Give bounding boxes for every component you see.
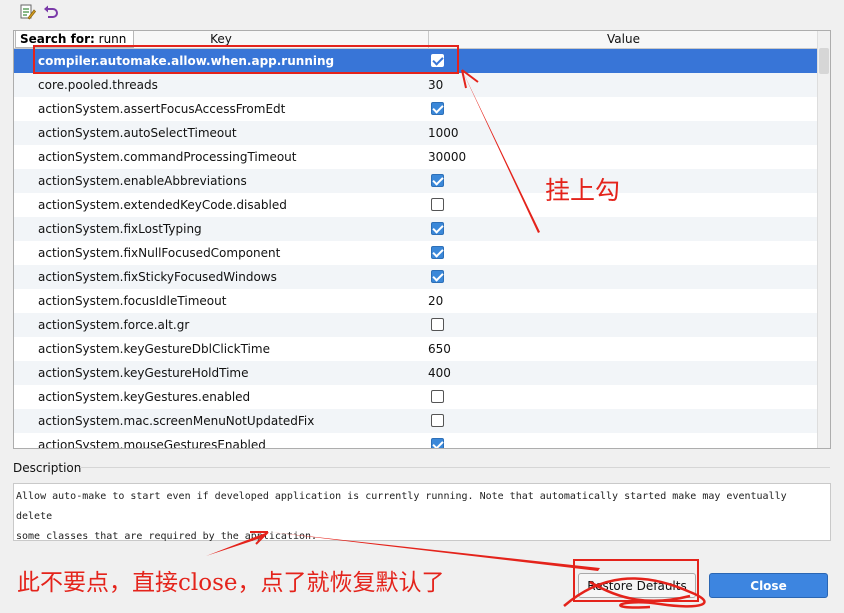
row-value-checkbox[interactable] — [431, 222, 444, 235]
row-key: actionSystem.keyGestureHoldTime — [38, 366, 249, 380]
row-key: core.pooled.threads — [38, 78, 158, 92]
table-row[interactable]: actionSystem.commandProcessingTimeout 300… — [14, 145, 818, 169]
search-label: Search for: — [20, 32, 95, 46]
row-key: actionSystem.focusIdleTimeout — [38, 294, 227, 308]
scrollbar-thumb[interactable] — [819, 48, 829, 74]
row-value[interactable]: 1000 — [428, 121, 459, 145]
row-value[interactable]: 30 — [428, 73, 443, 97]
table-row[interactable]: actionSystem.keyGestures.enabled — [14, 385, 818, 409]
row-value-checkbox[interactable] — [431, 270, 444, 283]
table-row[interactable]: core.pooled.threads 30 — [14, 73, 818, 97]
table-row[interactable]: actionSystem.fixLostTyping — [14, 217, 818, 241]
annotation-right-note: 挂上勾 — [545, 176, 621, 205]
search-input[interactable]: runn — [99, 32, 127, 46]
row-key: actionSystem.fixLostTyping — [38, 222, 202, 236]
table-row[interactable]: actionSystem.keyGestureHoldTime 400 — [14, 361, 818, 385]
row-value-checkbox[interactable] — [431, 198, 444, 211]
table-row[interactable]: actionSystem.mouseGesturesEnabled — [14, 433, 818, 449]
description-line-1: Allow auto-make to start even if develop… — [16, 491, 787, 522]
table-row[interactable]: actionSystem.keyGestureDblClickTime 650 — [14, 337, 818, 361]
row-key: actionSystem.enableAbbreviations — [38, 174, 247, 188]
table-row[interactable]: actionSystem.extendedKeyCode.disabled — [14, 193, 818, 217]
row-value[interactable]: 650 — [428, 337, 451, 361]
row-key: actionSystem.fixStickyFocusedWindows — [38, 270, 277, 284]
table-row[interactable]: actionSystem.fixStickyFocusedWindows — [14, 265, 818, 289]
table-row[interactable]: actionSystem.force.alt.gr — [14, 313, 818, 337]
registry-table: Key Value Search for: runn compiler.auto… — [13, 30, 831, 449]
table-row[interactable]: actionSystem.enableAbbreviations — [14, 169, 818, 193]
row-key: compiler.automake.allow.when.app.running — [38, 54, 335, 68]
edit-properties-icon[interactable] — [19, 3, 37, 21]
row-value-checkbox[interactable] — [431, 174, 444, 187]
row-key: actionSystem.extendedKeyCode.disabled — [38, 198, 287, 212]
row-key: actionSystem.force.alt.gr — [38, 318, 190, 332]
annotation-bottom-note: 此不要点，直接close，点了就恢复默认了 — [17, 570, 445, 596]
row-key: actionSystem.keyGestureDblClickTime — [38, 342, 270, 356]
table-row[interactable]: actionSystem.focusIdleTimeout 20 — [14, 289, 818, 313]
close-button[interactable]: Close — [709, 573, 828, 598]
row-key: actionSystem.assertFocusAccessFromEdt — [38, 102, 286, 116]
restore-defaults-button[interactable]: Restore Defaults — [578, 573, 696, 598]
description-label: Description — [13, 461, 82, 475]
table-header: Key Value Search for: runn — [14, 31, 818, 49]
row-value[interactable]: 20 — [428, 289, 443, 313]
row-key: actionSystem.autoSelectTimeout — [38, 126, 237, 140]
table-row[interactable]: actionSystem.autoSelectTimeout 1000 — [14, 121, 818, 145]
speed-search-popup[interactable]: Search for: runn — [15, 31, 135, 48]
column-header-value[interactable]: Value — [429, 31, 818, 48]
table-row[interactable]: actionSystem.mac.screenMenuNotUpdatedFix — [14, 409, 818, 433]
row-value-checkbox[interactable] — [431, 390, 444, 403]
toolbar — [0, 0, 844, 26]
vertical-scrollbar[interactable] — [817, 31, 830, 448]
row-key: actionSystem.commandProcessingTimeout — [38, 150, 297, 164]
row-value-checkbox[interactable] — [431, 318, 444, 331]
row-value-checkbox[interactable] — [431, 246, 444, 259]
undo-arrow-icon[interactable] — [42, 3, 60, 21]
description-line-2: some classes that are required by the ap… — [16, 531, 318, 542]
row-key: actionSystem.mouseGesturesEnabled — [38, 438, 266, 449]
table-row[interactable]: actionSystem.fixNullFocusedComponent — [14, 241, 818, 265]
table-body: compiler.automake.allow.when.app.running… — [14, 49, 818, 449]
row-value-checkbox[interactable] — [431, 414, 444, 427]
row-key: actionSystem.mac.screenMenuNotUpdatedFix — [38, 414, 315, 428]
row-value-checkbox[interactable] — [431, 54, 444, 67]
row-key: actionSystem.fixNullFocusedComponent — [38, 246, 281, 260]
row-value-checkbox[interactable] — [431, 438, 444, 448]
table-row[interactable]: actionSystem.assertFocusAccessFromEdt — [14, 97, 818, 121]
description-text: Allow auto-make to start even if develop… — [13, 483, 831, 542]
row-value[interactable]: 30000 — [428, 145, 466, 169]
row-key: actionSystem.keyGestures.enabled — [38, 390, 251, 404]
row-value[interactable]: 400 — [428, 361, 451, 385]
table-row[interactable]: compiler.automake.allow.when.app.running — [14, 49, 818, 73]
row-value-checkbox[interactable] — [431, 102, 444, 115]
description-separator — [80, 467, 830, 468]
